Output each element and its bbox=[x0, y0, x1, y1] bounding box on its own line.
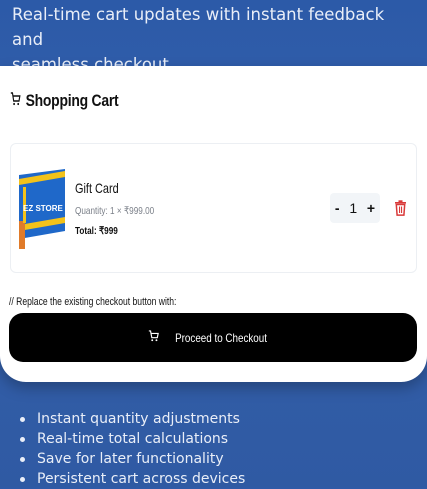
cart-title: Shopping Cart bbox=[25, 91, 119, 110]
list-item: Real-time total calculations bbox=[20, 429, 245, 449]
checkout-button[interactable]: Proceed to Checkout bbox=[9, 313, 417, 362]
list-item: Save for later functionality bbox=[20, 449, 245, 469]
thumbnail-logo-text: EZ STORE bbox=[23, 204, 64, 213]
feature-list: Instant quantity adjustments Real-time t… bbox=[20, 409, 245, 489]
decrement-button[interactable]: - bbox=[335, 200, 340, 216]
cart-heading: Shopping Cart bbox=[10, 91, 119, 111]
increment-button[interactable]: + bbox=[367, 200, 375, 216]
trash-icon[interactable] bbox=[394, 200, 407, 216]
intro-line-1: Real-time cart updates with instant feed… bbox=[12, 5, 385, 49]
quantity-stepper: - 1 + bbox=[330, 193, 380, 223]
list-item: Instant quantity adjustments bbox=[20, 409, 245, 429]
list-item: Persistent cart across devices bbox=[20, 469, 245, 489]
item-quantity-price: Quantity: 1 × ₹999.00 bbox=[75, 205, 155, 217]
quantity-value: 1 bbox=[349, 200, 358, 216]
item-name: Gift Card bbox=[75, 180, 119, 196]
cart-icon bbox=[148, 330, 160, 345]
cart-icon bbox=[10, 91, 21, 111]
code-comment: // Replace the existing checkout button … bbox=[9, 296, 177, 308]
checkout-label: Proceed to Checkout bbox=[175, 330, 268, 345]
gift-card-thumbnail: EZ STORE bbox=[17, 169, 65, 249]
item-total: Total: ₹999 bbox=[75, 225, 118, 237]
